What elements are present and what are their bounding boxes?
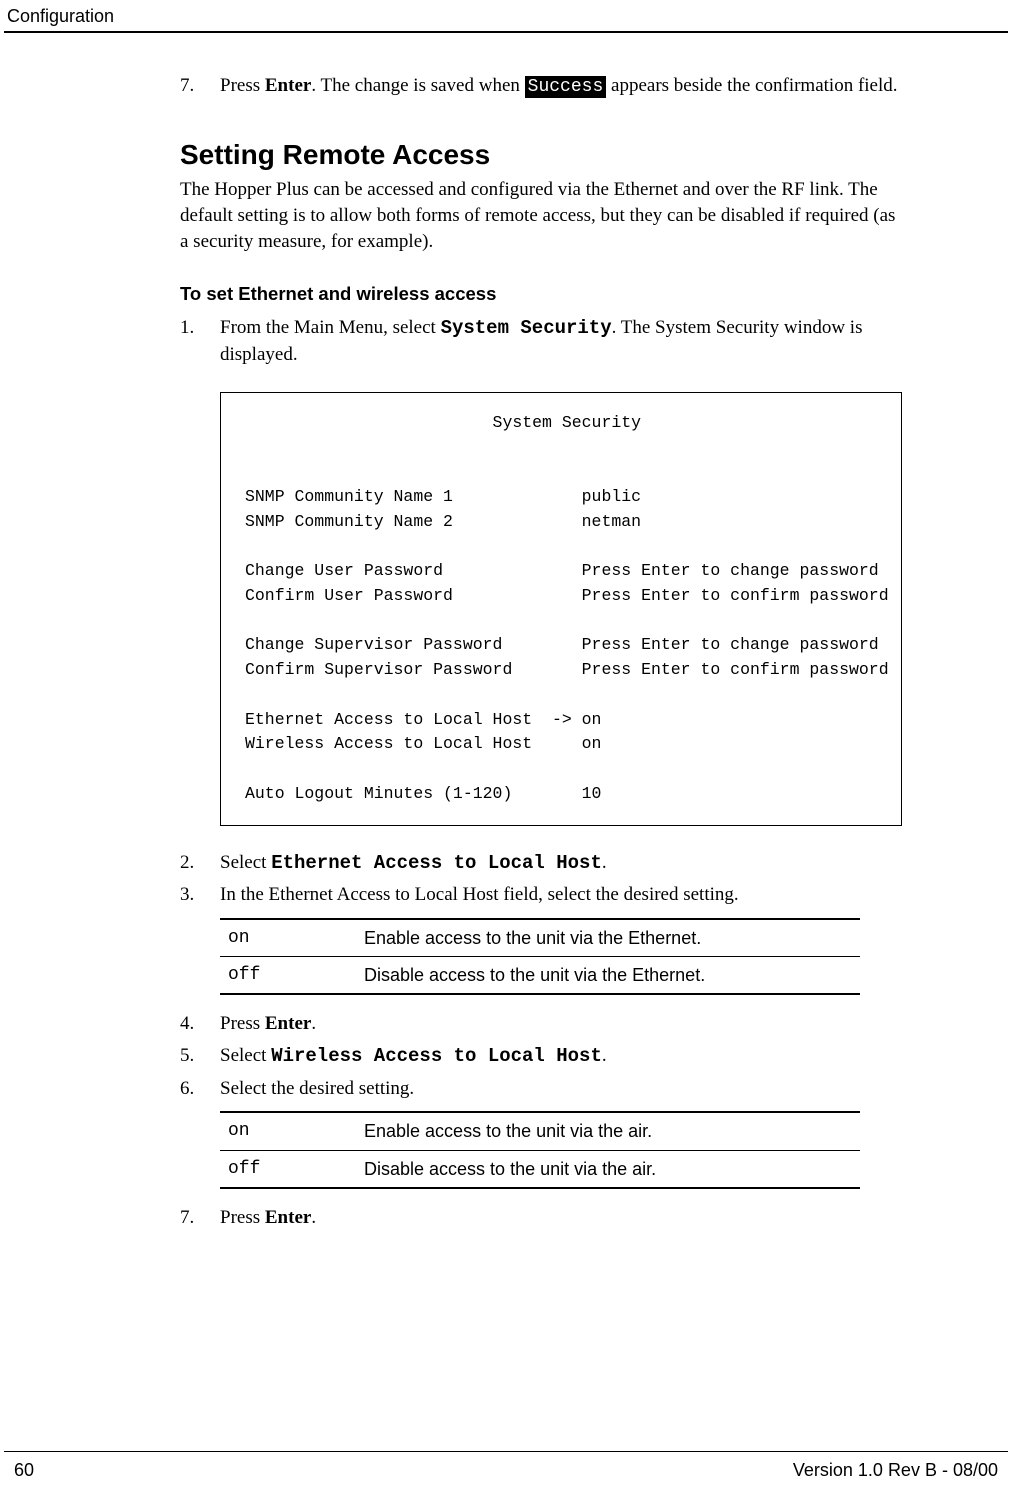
table-row: on Enable access to the unit via the air… xyxy=(220,1112,860,1150)
text: Press xyxy=(220,1013,265,1034)
text: . xyxy=(602,852,607,873)
step-number: 2. xyxy=(180,850,194,876)
step-number: 3. xyxy=(180,882,194,908)
enter-key: Enter xyxy=(265,1013,311,1034)
section-intro: The Hopper Plus can be accessed and conf… xyxy=(180,177,902,254)
page-content: 7. Press Enter. The change is saved when… xyxy=(180,73,902,1230)
text: . xyxy=(602,1045,607,1066)
wireless-options-table: on Enable access to the unit via the air… xyxy=(220,1111,860,1189)
step-5: 5. Select Wireless Access to Local Host. xyxy=(180,1043,902,1070)
version-label: Version 1.0 Rev B - 08/00 xyxy=(793,1458,998,1482)
text: Select xyxy=(220,1045,271,1066)
text: Press xyxy=(220,75,265,96)
step-2: 2. Select Ethernet Access to Local Host. xyxy=(180,850,902,877)
step-1: 1. From the Main Menu, select System Sec… xyxy=(180,315,902,367)
table-row: off Disable access to the unit via the a… xyxy=(220,1150,860,1188)
enter-key: Enter xyxy=(265,1207,311,1228)
step-7b: 7. Press Enter. xyxy=(180,1205,902,1231)
step-number: 5. xyxy=(180,1043,194,1069)
enter-key: Enter xyxy=(265,75,311,96)
step-number: 7. xyxy=(180,1205,194,1231)
procedure-heading: To set Ethernet and wireless access xyxy=(180,282,902,307)
page-number: 60 xyxy=(14,1458,34,1482)
text: Press xyxy=(220,1207,265,1228)
text: . xyxy=(311,1013,316,1034)
step-number: 1. xyxy=(180,315,194,341)
page-footer: 60 Version 1.0 Rev B - 08/00 xyxy=(4,1451,1008,1482)
option-desc: Disable access to the unit via the air. xyxy=(356,1150,860,1188)
menu-command: Wireless Access to Local Host xyxy=(271,1045,602,1067)
option-key: on xyxy=(220,1112,356,1150)
option-desc: Enable access to the unit via the Ethern… xyxy=(356,919,860,957)
success-label: Success xyxy=(525,76,607,98)
step-7a: 7. Press Enter. The change is saved when… xyxy=(180,73,902,99)
option-desc: Disable access to the unit via the Ether… xyxy=(356,957,860,995)
header-left: Configuration xyxy=(7,4,114,28)
text: From the Main Menu, select xyxy=(220,317,441,338)
option-key: on xyxy=(220,919,356,957)
section-title: Setting Remote Access xyxy=(180,136,902,174)
text: In the Ethernet Access to Local Host fie… xyxy=(220,884,739,905)
option-key: off xyxy=(220,957,356,995)
step-number: 7. xyxy=(180,73,194,99)
menu-command: System Security xyxy=(441,317,612,339)
step-number: 6. xyxy=(180,1076,194,1102)
option-key: off xyxy=(220,1150,356,1188)
option-desc: Enable access to the unit via the air. xyxy=(356,1112,860,1150)
table-row: on Enable access to the unit via the Eth… xyxy=(220,919,860,957)
text: . xyxy=(311,1207,316,1228)
terminal-screen: System Security SNMP Community Name 1 pu… xyxy=(220,392,902,826)
page-header: Configuration xyxy=(4,0,1008,33)
step-4: 4. Press Enter. xyxy=(180,1011,902,1037)
text: Select the desired setting. xyxy=(220,1078,414,1099)
step-3: 3. In the Ethernet Access to Local Host … xyxy=(180,882,902,908)
step-number: 4. xyxy=(180,1011,194,1037)
ethernet-options-table: on Enable access to the unit via the Eth… xyxy=(220,918,860,996)
text: appears beside the confirmation field. xyxy=(606,75,897,96)
step-6: 6. Select the desired setting. xyxy=(180,1076,902,1102)
text: . The change is saved when xyxy=(311,75,524,96)
table-row: off Disable access to the unit via the E… xyxy=(220,957,860,995)
menu-command: Ethernet Access to Local Host xyxy=(271,852,602,874)
text: Select xyxy=(220,852,271,873)
